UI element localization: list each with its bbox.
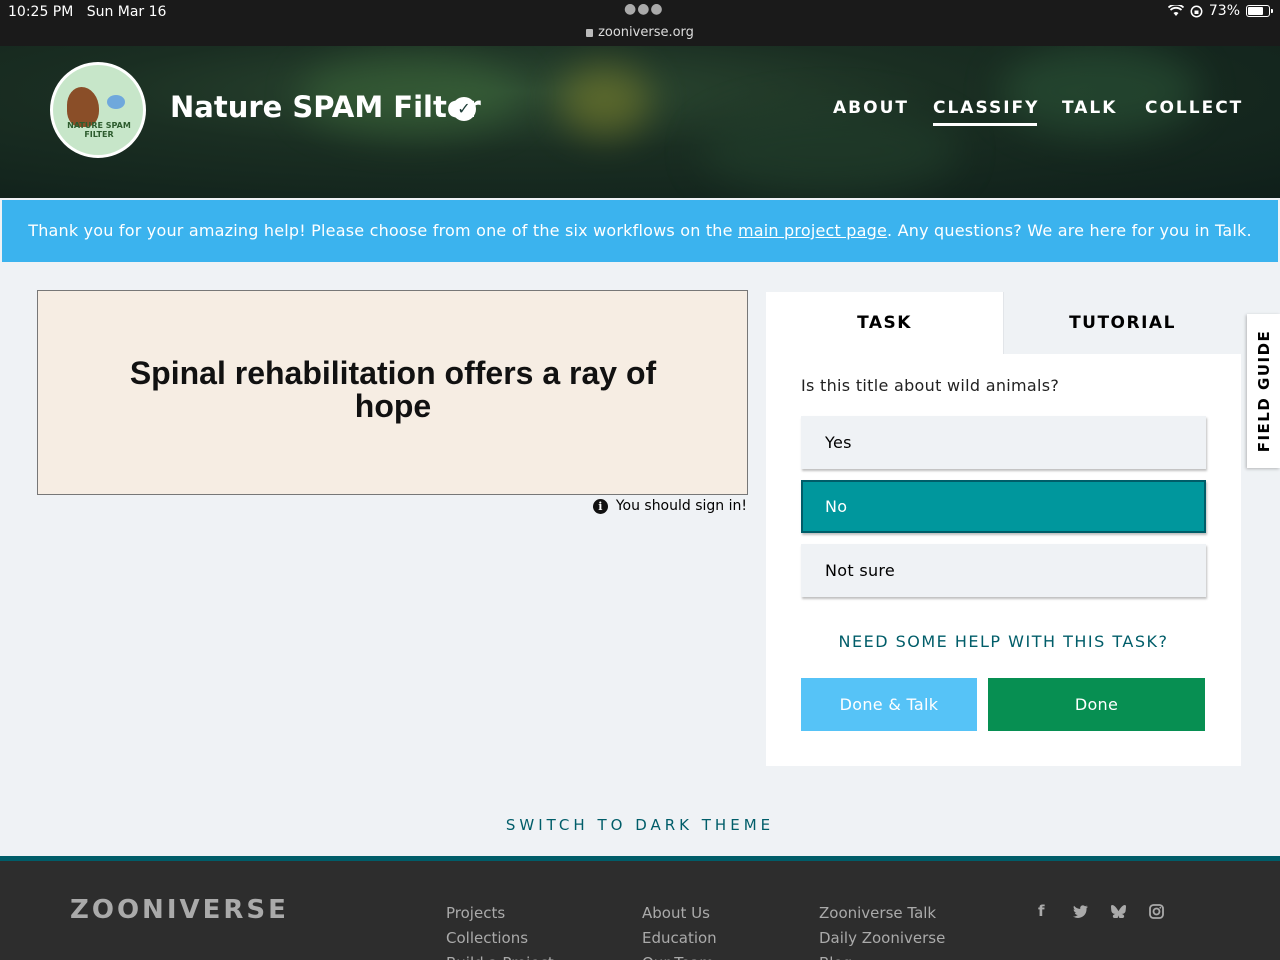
- task-panel: TASK TUTORIAL Is this title about wild a…: [766, 292, 1241, 766]
- banner-text-start: Thank you for your amazing help! Please …: [28, 221, 738, 240]
- battery-fill: [1248, 7, 1263, 15]
- footer-column-talk: Zooniverse Talk Daily Zooniverse Blog: [819, 901, 945, 960]
- verified-check-icon: ✓: [452, 97, 476, 121]
- footer-link[interactable]: Projects: [446, 901, 554, 926]
- battery-icon: [1246, 5, 1273, 17]
- twitter-icon[interactable]: [1073, 905, 1088, 918]
- nav-talk[interactable]: TALK: [1062, 98, 1117, 118]
- main-project-page-link[interactable]: main project page: [738, 221, 887, 240]
- done-and-talk-button[interactable]: Done & Talk: [801, 678, 977, 731]
- tab-tutorial[interactable]: TUTORIAL: [1003, 292, 1241, 354]
- orientation-lock-icon: [1190, 5, 1203, 17]
- logo-text: NATURE SPAM FILTER: [67, 121, 131, 139]
- status-time: 10:25 PM: [8, 4, 74, 20]
- announcement-banner: Thank you for your amazing help! Please …: [2, 200, 1278, 262]
- sign-in-text: You should sign in!: [615, 498, 747, 514]
- footer-link[interactable]: Our Team: [642, 951, 717, 960]
- answer-no[interactable]: No: [801, 480, 1206, 533]
- facebook-icon[interactable]: f: [1038, 902, 1045, 920]
- footer-link[interactable]: About Us: [642, 901, 717, 926]
- bird-icon: [107, 95, 125, 109]
- nav-about[interactable]: ABOUT: [833, 98, 909, 118]
- zooniverse-logo[interactable]: ZOONIVERSE: [70, 895, 289, 925]
- answer-not-sure[interactable]: Not sure: [801, 544, 1206, 597]
- battery-percent: 73%: [1208, 3, 1240, 19]
- done-button[interactable]: Done: [988, 678, 1205, 731]
- footer-link[interactable]: Daily Zooniverse: [819, 926, 945, 951]
- subject-text: Spinal rehabilitation offers a ray of ho…: [129, 355, 657, 424]
- footer-link[interactable]: Collections: [446, 926, 554, 951]
- nav-classify[interactable]: CLASSIFY: [933, 98, 1039, 126]
- status-time-date: 10:25 PM Sun Mar 16: [8, 4, 166, 20]
- wifi-icon: [1167, 5, 1184, 16]
- task-help-link[interactable]: NEED SOME HELP WITH THIS TASK?: [766, 632, 1241, 651]
- more-dots-icon[interactable]: ●●●: [624, 1, 664, 17]
- status-indicators: 73%: [1167, 3, 1273, 19]
- nav-collect[interactable]: COLLECT: [1145, 98, 1243, 118]
- banner-text-end: . Any questions? We are here for you in …: [887, 221, 1252, 240]
- answer-yes[interactable]: Yes: [801, 416, 1206, 469]
- footer-link[interactable]: Zooniverse Talk: [819, 901, 945, 926]
- footer-link[interactable]: Blog: [819, 951, 945, 960]
- task-question: Is this title about wild animals?: [801, 376, 1060, 395]
- status-date: Sun Mar 16: [86, 4, 167, 20]
- field-guide-tab[interactable]: FIELD GUIDE: [1247, 314, 1280, 468]
- lock-icon: [586, 29, 594, 37]
- sign-in-notice[interactable]: i You should sign in!: [592, 498, 747, 514]
- info-icon: i: [592, 498, 608, 514]
- site-footer: ZOONIVERSE Projects Collections Build a …: [0, 856, 1280, 960]
- status-bar: 10:25 PM Sun Mar 16 ●●● zooniverse.org 7…: [0, 0, 1280, 46]
- footer-column-projects: Projects Collections Build a Project: [446, 901, 554, 960]
- subject-viewer: Spinal rehabilitation offers a ray of ho…: [37, 290, 748, 495]
- address-bar[interactable]: zooniverse.org: [0, 25, 1280, 40]
- url-text: zooniverse.org: [598, 25, 694, 40]
- tab-task[interactable]: TASK: [766, 292, 1003, 354]
- project-title[interactable]: Nature SPAM Filter: [170, 90, 481, 124]
- field-guide-label: FIELD GUIDE: [1254, 329, 1273, 453]
- project-logo[interactable]: NATURE SPAM FILTER: [50, 62, 146, 158]
- footer-link[interactable]: Education: [642, 926, 717, 951]
- footer-link[interactable]: Build a Project: [446, 951, 554, 960]
- instagram-icon[interactable]: [1149, 904, 1164, 919]
- footer-column-about: About Us Education Our Team: [642, 901, 717, 960]
- project-header: NATURE SPAM FILTER Nature SPAM Filter ✓ …: [0, 46, 1280, 198]
- switch-theme-link[interactable]: SWITCH TO DARK THEME: [0, 816, 1280, 834]
- bluesky-icon[interactable]: [1111, 905, 1126, 918]
